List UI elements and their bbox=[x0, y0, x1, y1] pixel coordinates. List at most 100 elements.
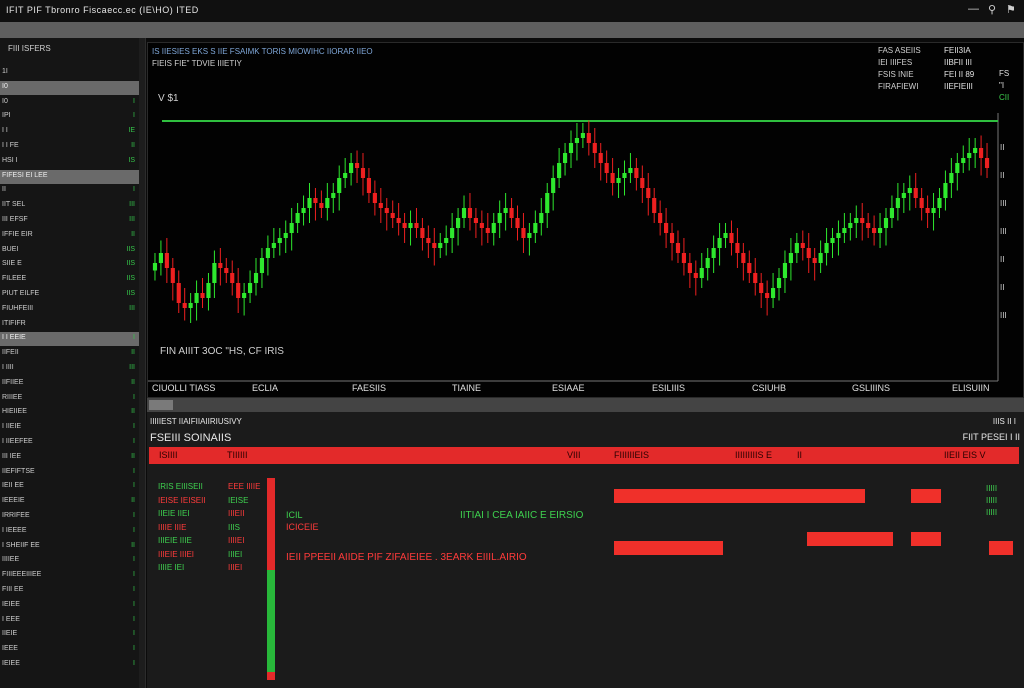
candle-bear[interactable] bbox=[176, 270, 181, 314]
watchlist-row[interactable]: I SHEIIF EE II bbox=[0, 540, 139, 554]
watchlist-row[interactable]: I0 I bbox=[0, 96, 139, 110]
watchlist-row[interactable]: I IIEIE I bbox=[0, 421, 139, 435]
watchlist-row[interactable]: IIEFIFTSE I bbox=[0, 466, 139, 480]
candle-bull[interactable] bbox=[949, 158, 954, 198]
candle-bear[interactable] bbox=[313, 188, 318, 221]
candle-bull[interactable] bbox=[455, 208, 461, 246]
candle-bear[interactable] bbox=[592, 128, 597, 168]
candle-bull[interactable] bbox=[212, 250, 217, 299]
candle-bear[interactable] bbox=[860, 203, 865, 241]
candle-bear[interactable] bbox=[806, 233, 811, 273]
candle-bear[interactable] bbox=[378, 188, 383, 223]
candle-bull[interactable] bbox=[967, 138, 972, 171]
candle-bull[interactable] bbox=[503, 193, 508, 231]
candle-bull[interactable] bbox=[158, 240, 163, 276]
watchlist-row[interactable]: HIEIIEE II bbox=[0, 406, 139, 420]
watchlist-row[interactable]: 1I bbox=[0, 66, 139, 80]
candle-bull[interactable] bbox=[883, 208, 889, 246]
candle-bull[interactable] bbox=[854, 205, 859, 239]
candle-bull[interactable] bbox=[271, 228, 276, 258]
candle-bull[interactable] bbox=[824, 228, 829, 266]
candle-bull[interactable] bbox=[877, 213, 883, 248]
candle-bull[interactable] bbox=[337, 165, 342, 211]
watchlist-row[interactable]: IIIIEE I bbox=[0, 554, 139, 568]
watchlist-row[interactable]: I I EEIE I bbox=[0, 332, 139, 347]
candle-bear[interactable] bbox=[604, 150, 609, 184]
watchlist-row[interactable]: IEEEIE II bbox=[0, 495, 139, 509]
candle-bear[interactable] bbox=[919, 188, 924, 221]
candle-bear[interactable] bbox=[182, 288, 187, 321]
col-header-1[interactable]: ISIIII bbox=[159, 450, 178, 460]
flag-icon[interactable]: ⚑ bbox=[1006, 3, 1016, 16]
candle-bear[interactable] bbox=[515, 205, 520, 241]
candle-bear[interactable] bbox=[509, 198, 514, 228]
candle-bear[interactable] bbox=[586, 120, 591, 156]
candle-bear[interactable] bbox=[598, 143, 603, 181]
candle-bear[interactable] bbox=[414, 208, 419, 238]
candle-bear[interactable] bbox=[687, 253, 692, 288]
candle-bull[interactable] bbox=[301, 195, 306, 226]
watchlist-row[interactable]: III EFSF III bbox=[0, 214, 139, 228]
candle-bull[interactable] bbox=[705, 248, 710, 281]
order-row-side[interactable]: IIIEIE IIIE bbox=[158, 536, 192, 545]
candle-bear[interactable] bbox=[640, 165, 645, 204]
candle-bull[interactable] bbox=[152, 253, 158, 281]
watchlist-row[interactable]: I IIII III bbox=[0, 362, 139, 376]
candle-bull[interactable] bbox=[295, 203, 300, 233]
candle-bull[interactable] bbox=[545, 183, 550, 228]
candle-bear[interactable] bbox=[872, 215, 877, 246]
candle-bear[interactable] bbox=[467, 193, 473, 231]
watchlist-row[interactable]: I I IE bbox=[0, 125, 139, 139]
candle-bull[interactable] bbox=[188, 293, 193, 323]
candle-bull[interactable] bbox=[788, 238, 793, 281]
candle-bull[interactable] bbox=[497, 200, 502, 239]
watchlist-row[interactable]: I EEE I bbox=[0, 614, 139, 628]
order-row-side[interactable]: IIIIE IEI bbox=[158, 563, 184, 572]
watchlist-row[interactable]: IEIEE I bbox=[0, 658, 139, 672]
watchlist-row[interactable]: IEIEE I bbox=[0, 599, 139, 613]
candle-bull[interactable] bbox=[937, 188, 942, 218]
col-header-6[interactable]: II bbox=[797, 450, 802, 460]
candle-bull[interactable] bbox=[889, 195, 895, 229]
candle-bear[interactable] bbox=[479, 210, 484, 246]
watchlist-row[interactable]: IIT SEL III bbox=[0, 199, 139, 213]
watchlist-row[interactable]: FILEEE IIS bbox=[0, 273, 139, 287]
candle-bull[interactable] bbox=[242, 283, 247, 316]
candle-bear[interactable] bbox=[675, 230, 681, 264]
watchlist-row[interactable]: IIFEII II bbox=[0, 347, 139, 361]
watchlist-row[interactable]: I IEEEE I bbox=[0, 525, 139, 539]
candle-bull[interactable] bbox=[283, 220, 288, 254]
watchlist-row[interactable]: IIFIIEE II bbox=[0, 377, 139, 391]
chart-scrollbar[interactable] bbox=[147, 398, 1024, 412]
candle-bull[interactable] bbox=[247, 270, 253, 304]
candle-bull[interactable] bbox=[331, 183, 336, 213]
candle-bull[interactable] bbox=[349, 153, 354, 186]
candle-bear[interactable] bbox=[610, 158, 615, 196]
candle-bull[interactable] bbox=[901, 183, 906, 213]
candle-bear[interactable] bbox=[384, 198, 389, 231]
candle-bull[interactable] bbox=[551, 165, 556, 211]
candle-bear[interactable] bbox=[753, 258, 758, 296]
watchlist-row[interactable]: IEEE I bbox=[0, 643, 139, 657]
candle-bear[interactable] bbox=[658, 200, 663, 236]
candle-bull[interactable] bbox=[848, 213, 853, 241]
candle-bull[interactable] bbox=[568, 130, 574, 169]
watchlist-row[interactable]: FIIIEEEIIIEE I bbox=[0, 569, 139, 583]
candle-bull[interactable] bbox=[259, 248, 265, 288]
candle-bear[interactable] bbox=[164, 238, 169, 283]
order-row-side[interactable]: IIIEIE IIIEI bbox=[158, 550, 194, 559]
candle-bear[interactable] bbox=[634, 158, 639, 191]
candle-bear[interactable] bbox=[170, 258, 175, 301]
candle-bull[interactable] bbox=[699, 253, 704, 288]
candle-bear[interactable] bbox=[230, 260, 235, 296]
candle-bear[interactable] bbox=[693, 260, 698, 296]
candle-bull[interactable] bbox=[776, 268, 782, 301]
candle-bull[interactable] bbox=[818, 240, 823, 274]
candle-bear[interactable] bbox=[319, 190, 324, 219]
candle-bear[interactable] bbox=[669, 223, 675, 261]
candle-bull[interactable] bbox=[622, 160, 627, 196]
candle-bear[interactable] bbox=[200, 278, 205, 308]
candle-bull[interactable] bbox=[723, 223, 728, 248]
candle-bear[interactable] bbox=[354, 150, 360, 184]
candle-bull[interactable] bbox=[628, 153, 633, 183]
